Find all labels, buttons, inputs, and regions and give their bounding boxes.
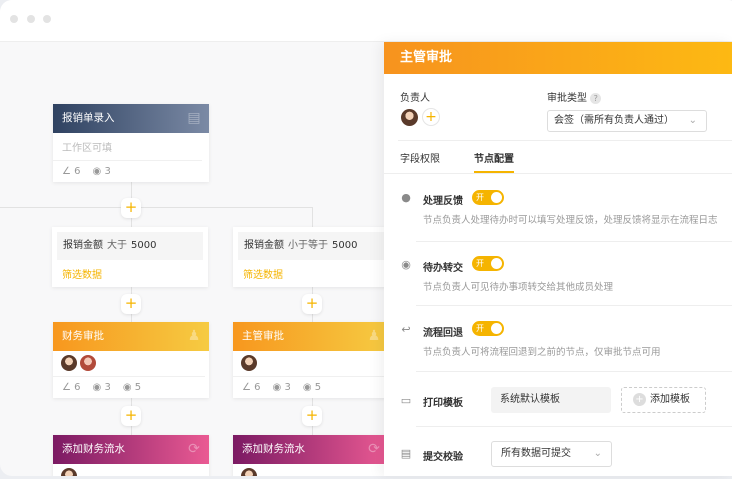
node-finance-approval[interactable]: 财务审批 ♟ ∠ 6 ◉ 3 ◉ 5 [53,322,209,398]
edit-count: ∠ 6 [62,166,81,177]
connector [0,207,313,208]
feedback-toggle[interactable]: 开 [472,190,504,205]
rollback-desc: 节点负责人可将流程回退到之前的节点，仅审批节点可用 [423,347,661,358]
add-owner-button[interactable]: + [422,108,440,126]
condition-left[interactable]: 报销金额 大于 5000 筛选数据 [52,227,208,287]
chevron-down-icon: ⌄ [688,115,697,126]
chevron-down-icon: ⌄ [593,448,602,459]
add-node-button[interactable]: + [121,406,141,426]
owner-avatar [401,109,418,126]
add-template-button[interactable]: + 添加模板 [621,387,706,413]
title-bar [0,0,732,42]
avatar [241,355,257,371]
filter-link[interactable]: 筛选数据 [52,260,208,287]
stamp-icon: ♟ [187,328,201,344]
add-node-button[interactable]: + [121,294,141,314]
divider [398,140,732,141]
avatar [241,468,257,476]
filter-link[interactable]: 筛选数据 [233,260,389,287]
node-add-finance-flow[interactable]: 添加财务流水 ⟳ [53,435,209,476]
add-node-button[interactable]: + [121,198,141,218]
transfer-desc: 节点负责人可见待办事项转交给其他成员处理 [423,282,614,293]
approval-type-label: 审批类型 ? [547,89,602,104]
panel-title: 主管审批 [384,42,732,74]
node-title: 主管审批 [242,330,284,342]
view-count: ◉ 3 [92,166,111,177]
node-add-finance-flow[interactable]: 添加财务流水 ⟳ [233,435,389,476]
divider [416,305,732,306]
sync-icon: ⟳ [368,441,380,457]
node-title: 报销单录入 [62,112,115,124]
node-title: 添加财务流水 [242,443,305,455]
print-template-field[interactable]: 系统默认模板 [491,387,611,413]
node-start[interactable]: 报销单录入 ▤ 工作区可填 ∠ 6 ◉ 3 [53,104,209,182]
help-icon[interactable]: ? [590,93,602,104]
add-node-button[interactable]: + [302,294,322,314]
avatar [61,468,77,476]
submit-validation-select[interactable]: 所有数据可提交 ⌄ [491,441,612,467]
stamp-icon: ♟ [367,328,381,344]
divider [416,241,732,242]
owner-label: 负责人 [400,93,430,104]
window-close-dot[interactable] [10,15,18,23]
sync-icon: ⟳ [188,441,200,457]
form-icon: ▤ [187,110,201,126]
approval-type-select[interactable]: 会签（需所有负责人通过） ⌄ [547,110,707,132]
feedback-title: 处理反馈 [423,196,463,207]
add-node-button[interactable]: + [302,406,322,426]
node-title: 财务审批 [62,330,104,342]
rollback-title: 流程回退 [423,328,463,339]
divider [416,426,732,427]
transfer-icon: ◉ [401,258,411,271]
avatar [80,355,96,371]
transfer-title: 待办转交 [423,263,463,274]
condition-right[interactable]: 报销金额 小于等于 5000 筛选数据 [233,227,389,287]
validate-icon: ▤ [400,447,412,460]
submit-label: 提交校验 [423,452,463,463]
tab-node-config[interactable]: 节点配置 [474,150,514,173]
reply-icon: ↩ [401,323,411,336]
transfer-toggle[interactable]: 开 [472,256,504,271]
node-config-panel: 主管审批 负责人 + 审批类型 ? 会签（需所有负责人通过） ⌄ 字段权限 节点配… [384,42,732,476]
comment-icon: ● [401,191,411,204]
feedback-desc: 节点负责人处理待办时可以填写处理反馈，处理反馈将显示在流程日志 [423,215,718,226]
divider [384,173,732,174]
tab-field-permissions[interactable]: 字段权限 [400,150,440,165]
plus-icon: + [633,393,646,406]
rollback-toggle[interactable]: 开 [472,321,504,336]
node-subtitle: 工作区可填 [53,133,202,161]
divider [416,371,732,372]
printer-icon: ▭ [400,394,412,407]
node-manager-approval[interactable]: 主管审批 ♟ ∠ 6 ◉ 3 ◉ 5 [233,322,389,398]
node-title: 添加财务流水 [62,443,125,455]
print-label: 打印模板 [423,398,463,409]
window-maximize-dot[interactable] [43,15,51,23]
avatar [61,355,77,371]
window-minimize-dot[interactable] [27,15,35,23]
